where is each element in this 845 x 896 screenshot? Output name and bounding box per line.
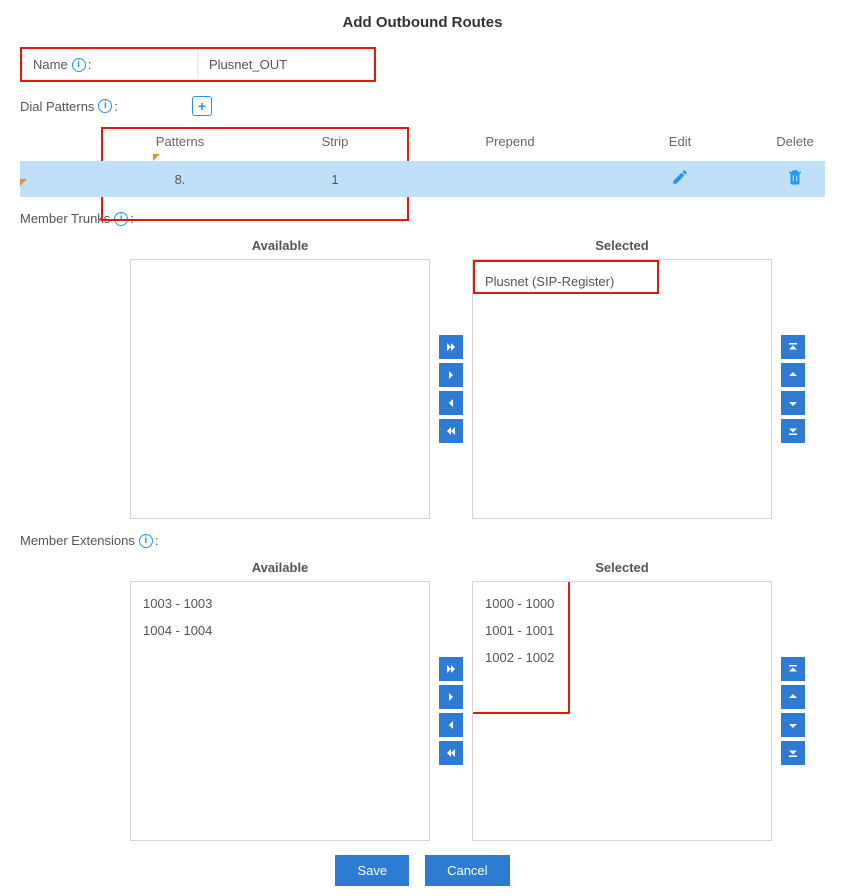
selected-header: Selected — [472, 238, 772, 253]
warn-indicator-icon — [153, 154, 160, 161]
col-patterns: Patterns — [100, 134, 260, 149]
member-trunks-label: Member Trunks — [20, 211, 110, 226]
member-extensions-label: Member Extensions — [20, 533, 135, 548]
col-edit: Edit — [610, 134, 750, 149]
colon: : — [114, 99, 118, 114]
available-header: Available — [130, 238, 430, 253]
strip-value: 1 — [260, 172, 410, 187]
move-all-left-button[interactable] — [439, 741, 463, 765]
colon: : — [130, 211, 134, 226]
extensions-available-list[interactable]: 1003 - 1003 1004 - 1004 — [130, 581, 430, 841]
dial-patterns-header: Patterns Strip Prepend Edit Delete — [20, 128, 825, 161]
pattern-value: 8. — [175, 172, 186, 187]
member-trunks-row: Member Trunks i : — [20, 211, 835, 226]
list-item[interactable]: 1001 - 1001 — [483, 617, 761, 644]
info-icon[interactable]: i — [139, 534, 153, 548]
extensions-dual-list: 1003 - 1003 1004 - 1004 1000 - 1000 1001… — [130, 581, 835, 841]
move-up-button[interactable] — [781, 363, 805, 387]
col-delete: Delete — [750, 134, 840, 149]
info-icon[interactable]: i — [72, 58, 86, 72]
warn-indicator-icon — [20, 179, 27, 186]
move-left-button[interactable] — [439, 391, 463, 415]
list-item[interactable]: 1000 - 1000 — [483, 590, 761, 617]
available-header: Available — [130, 560, 430, 575]
edit-icon[interactable] — [671, 173, 689, 190]
move-all-right-button[interactable] — [439, 335, 463, 359]
list-item[interactable]: 1004 - 1004 — [141, 617, 419, 644]
trunks-dual-list: Plusnet (SIP-Register) — [130, 259, 835, 519]
dial-patterns-table: Patterns Strip Prepend Edit Delete 8. 1 — [20, 128, 825, 197]
colon: : — [88, 57, 92, 72]
list-item[interactable]: 1002 - 1002 — [483, 644, 761, 671]
extensions-header: Available Selected — [130, 560, 835, 575]
trunks-available-list[interactable] — [130, 259, 430, 519]
move-top-button[interactable] — [781, 335, 805, 359]
info-icon[interactable]: i — [98, 99, 112, 113]
save-button[interactable]: Save — [335, 855, 409, 886]
move-right-button[interactable] — [439, 685, 463, 709]
info-icon[interactable]: i — [114, 212, 128, 226]
move-all-right-button[interactable] — [439, 657, 463, 681]
move-bottom-button[interactable] — [781, 741, 805, 765]
move-down-button[interactable] — [781, 391, 805, 415]
dial-patterns-row: Dial Patterns i : + — [20, 96, 835, 116]
member-extensions-row: Member Extensions i : — [20, 533, 835, 548]
trunks-header: Available Selected — [130, 238, 835, 253]
extensions-selected-list[interactable]: 1000 - 1000 1001 - 1001 1002 - 1002 — [472, 581, 772, 841]
col-prepend: Prepend — [410, 134, 610, 149]
move-left-button[interactable] — [439, 713, 463, 737]
list-item[interactable]: 1003 - 1003 — [141, 590, 419, 617]
name-value[interactable]: Plusnet_OUT — [198, 49, 374, 80]
move-all-left-button[interactable] — [439, 419, 463, 443]
list-item[interactable]: Plusnet (SIP-Register) — [483, 268, 761, 295]
move-down-button[interactable] — [781, 713, 805, 737]
cancel-button[interactable]: Cancel — [425, 855, 509, 886]
page-title: Add Outbound Routes — [10, 14, 835, 31]
move-up-button[interactable] — [781, 685, 805, 709]
delete-icon[interactable] — [786, 173, 804, 190]
colon: : — [155, 533, 159, 548]
add-pattern-button[interactable]: + — [192, 96, 212, 116]
trunks-selected-list[interactable]: Plusnet (SIP-Register) — [472, 259, 772, 519]
name-row: Name i : Plusnet_OUT — [20, 47, 376, 82]
move-bottom-button[interactable] — [781, 419, 805, 443]
dial-pattern-row[interactable]: 8. 1 — [20, 161, 825, 197]
name-label-text: Name — [33, 57, 68, 72]
col-strip: Strip — [260, 134, 410, 149]
move-right-button[interactable] — [439, 363, 463, 387]
selected-header: Selected — [472, 560, 772, 575]
dial-patterns-label: Dial Patterns — [20, 99, 94, 114]
footer-buttons: Save Cancel — [10, 855, 835, 886]
move-top-button[interactable] — [781, 657, 805, 681]
name-label: Name i : — [22, 49, 198, 80]
